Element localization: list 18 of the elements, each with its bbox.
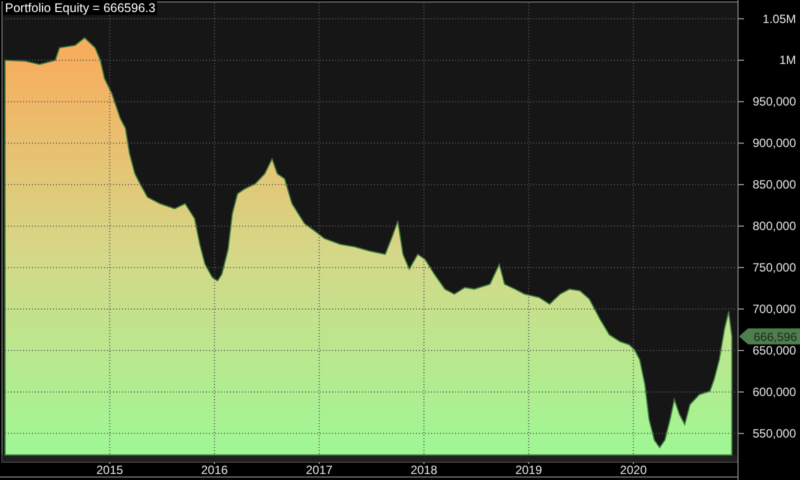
axis-label: 800,000 bbox=[752, 219, 796, 234]
axis-label: 600,000 bbox=[752, 384, 796, 399]
axis-label: 750,000 bbox=[752, 260, 796, 275]
axis-label: 950,000 bbox=[752, 94, 796, 109]
axis-label: 2019 bbox=[515, 463, 542, 477]
axis-label: 550,000 bbox=[752, 426, 796, 440]
axis-label: 1.05M bbox=[762, 12, 796, 26]
axis-label: 2017 bbox=[306, 463, 333, 477]
axis-label: 2020 bbox=[620, 463, 647, 477]
axis-label: 700,000 bbox=[752, 302, 796, 316]
axis-label: 2015 bbox=[96, 463, 124, 477]
axis-label: 900,000 bbox=[752, 136, 796, 150]
chart-title: Portfolio Equity = 666596.3 bbox=[3, 1, 158, 15]
axis-label: 2016 bbox=[201, 463, 228, 477]
axis-label: 1M bbox=[779, 53, 796, 68]
axis-label: 650,000 bbox=[752, 344, 796, 358]
axis-label: 850,000 bbox=[752, 178, 796, 192]
axis-label: 2018 bbox=[410, 463, 438, 477]
